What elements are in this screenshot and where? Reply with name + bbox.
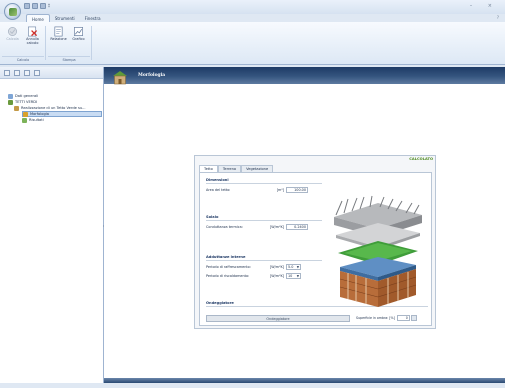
- save-icon[interactable]: [40, 3, 46, 9]
- ribbon-tabs: Home Strumenti Finestra: [26, 14, 106, 22]
- ribbon: Calcola Annulla calcolo Calcolo Relazion…: [0, 22, 505, 65]
- morphology-icon: [23, 111, 28, 117]
- grafico-button[interactable]: Grafico: [70, 25, 87, 42]
- page-header: Morfologia: [104, 67, 505, 85]
- sidebar-toolbar: [0, 67, 103, 79]
- group-label-calcolo: Calcolo: [2, 56, 44, 62]
- area-row: Area del tetto: [m²] 100.00: [206, 187, 308, 193]
- open-project-icon[interactable]: [4, 69, 10, 76]
- tree-item-risultati[interactable]: Risultati: [22, 117, 103, 123]
- help-icon[interactable]: ?: [497, 15, 499, 20]
- report-icon: [54, 26, 63, 37]
- morfologia-panel: CALCOLATO Tetto Terreno Vegetazione Dime…: [194, 155, 436, 329]
- folder-icon: [8, 93, 13, 99]
- status-badge: CALCOLATO: [409, 157, 433, 161]
- project-icon: [14, 105, 19, 111]
- open-icon[interactable]: [32, 3, 38, 9]
- results-icon: [22, 117, 27, 123]
- green-roof-layers-illustration: [334, 195, 422, 307]
- group-calcolo: Calcola Annulla calcolo Calcolo: [2, 24, 44, 62]
- superficie-row: Superficie in ombra: [%] 0: [356, 315, 417, 321]
- green-roof-icon: [8, 99, 13, 105]
- section-solaio: Solaio: [206, 215, 322, 221]
- raffrescamento-select[interactable]: 5.0 ▼: [286, 264, 301, 270]
- title-bar: ‡ – ×: [0, 0, 505, 14]
- ribbon-divider: [45, 26, 46, 60]
- app-logo-icon: [8, 7, 17, 16]
- conduttanza-row: Conduttanza termica: [W/m²K] 0.2400: [206, 224, 308, 230]
- tab-home[interactable]: Home: [26, 14, 50, 22]
- calc-icon: [8, 27, 17, 36]
- area-label: Area del tetto:: [206, 188, 231, 192]
- ondeggiatore-button[interactable]: Ondeggiatore: [206, 315, 350, 322]
- tab-strumenti[interactable]: Strumenti: [50, 14, 80, 22]
- status-strip: [104, 378, 505, 383]
- riscaldamento-unit: [W/m²K]: [269, 274, 284, 278]
- conduttanza-unit: [W/m²K]: [269, 225, 284, 229]
- page-title: Morfologia: [138, 73, 166, 78]
- chart-icon: [74, 27, 83, 36]
- tab-finestra[interactable]: Finestra: [80, 14, 106, 22]
- green-roof-icon: [113, 71, 127, 85]
- area-input[interactable]: 100.00: [286, 187, 308, 193]
- section-adduttanze: Adduttanze interne: [206, 255, 322, 261]
- project-tree: Dati generali TETTI VERDI Realizzazione …: [0, 79, 103, 123]
- window-controls[interactable]: – ×: [470, 3, 499, 9]
- area-unit: [m²]: [276, 188, 284, 192]
- main-panel: Morfologia CALCOLATO Tetto Terreno Veget…: [104, 67, 505, 383]
- riscaldamento-row: Periodo di riscaldamento: [W/m²K] 10 ▼: [206, 273, 301, 279]
- chevron-down-icon: ▼: [296, 274, 299, 278]
- chevron-down-icon: ▼: [296, 265, 299, 269]
- quick-access-toolbar: ‡: [24, 3, 50, 9]
- project-sidebar: Dati generali TETTI VERDI Realizzazione …: [0, 67, 104, 383]
- section-dimensioni: Dimensioni: [206, 178, 322, 184]
- cancel-calc-icon: [28, 26, 38, 37]
- qat-customize[interactable]: ‡: [48, 3, 50, 9]
- relazione-button[interactable]: Relazione: [50, 25, 67, 42]
- new-icon[interactable]: [24, 3, 30, 9]
- ribbon-divider: [91, 26, 92, 60]
- group-label-stampa: Stampa: [48, 56, 90, 62]
- calcola-button[interactable]: Calcola: [4, 25, 21, 46]
- raffrescamento-label: Periodo di raffrescamento:: [206, 265, 251, 269]
- conduttanza-label: Conduttanza termica:: [206, 225, 243, 229]
- expand-icon[interactable]: [24, 69, 30, 76]
- application-button[interactable]: [4, 3, 21, 20]
- annulla-calcolo-button[interactable]: Annulla calcolo: [24, 25, 41, 46]
- tetto-form: Dimensioni Area del tetto: [m²] 100.00 S…: [199, 172, 432, 326]
- raffrescamento-row: Periodo di raffrescamento: [W/m²K] 5.0 ▼: [206, 264, 301, 270]
- riscaldamento-label: Periodo di riscaldamento:: [206, 274, 250, 278]
- raffrescamento-unit: [W/m²K]: [269, 265, 284, 269]
- conduttanza-input[interactable]: 0.2400: [286, 224, 308, 230]
- collapse-icon[interactable]: [34, 69, 40, 76]
- superficie-spinner[interactable]: [410, 315, 417, 321]
- superficie-label: Superficie in ombra: [%]: [356, 316, 395, 320]
- properties-icon[interactable]: [14, 69, 20, 76]
- group-stampa: Relazione Grafico Stampa: [48, 24, 90, 62]
- riscaldamento-select[interactable]: 10 ▼: [286, 273, 301, 279]
- superficie-input[interactable]: 0: [396, 315, 410, 321]
